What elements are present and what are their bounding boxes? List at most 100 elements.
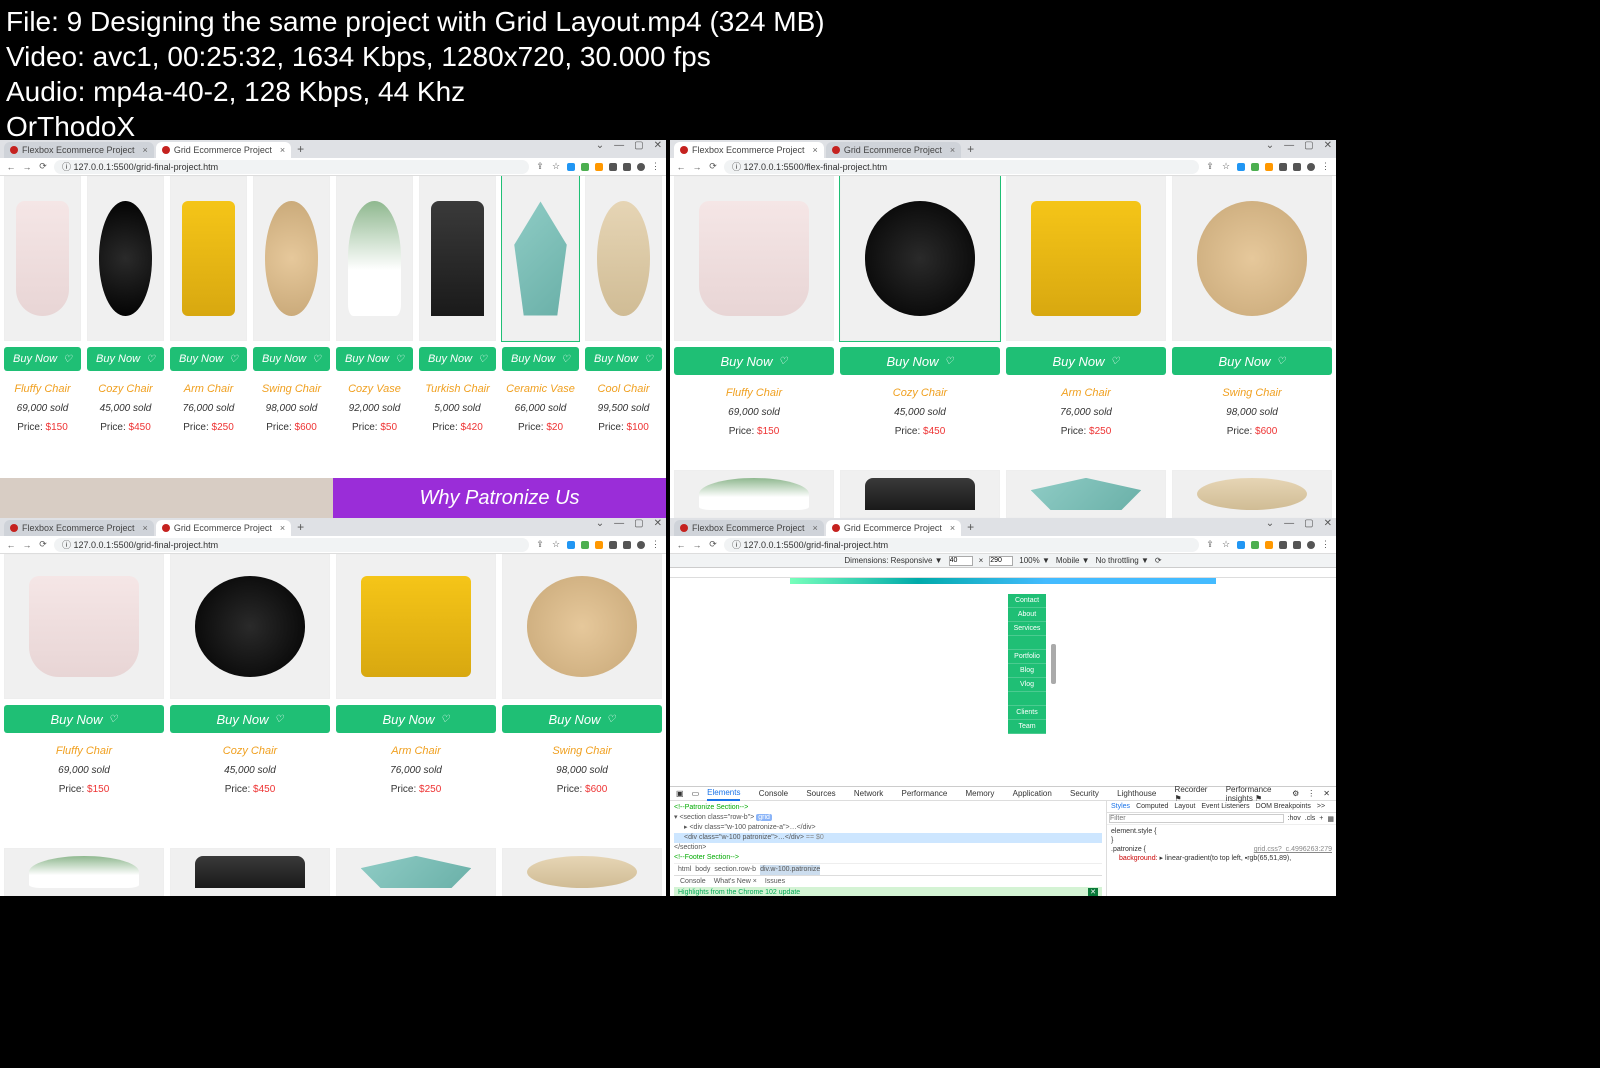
menu-icon[interactable]: ⋮ <box>1321 161 1330 172</box>
url-input[interactable]: ⓘ 127.0.0.1:5500/flex-final-project.htm <box>724 160 1199 174</box>
buy-button[interactable]: Buy Now♡ <box>336 347 413 371</box>
profile-icon[interactable] <box>637 541 645 549</box>
menu-icon[interactable]: ⋮ <box>1307 789 1315 798</box>
product-image[interactable] <box>674 176 834 341</box>
settings-icon[interactable]: ⚙ <box>1292 789 1299 798</box>
reload-icon[interactable]: ⟳ <box>38 539 48 550</box>
menu-item[interactable]: Vlog <box>1008 678 1046 692</box>
devtools-tab[interactable]: Performance <box>901 789 947 798</box>
profile-icon[interactable] <box>637 163 645 171</box>
zoom-select[interactable]: 100% ▼ <box>1019 556 1050 565</box>
elements-tree[interactable]: <!--Patronize Section--> ▾ <section clas… <box>670 801 1106 896</box>
devtools-tab[interactable]: Security <box>1070 789 1099 798</box>
ext-icon[interactable] <box>1251 163 1259 171</box>
ext-icon[interactable] <box>609 541 617 549</box>
devtools-tab[interactable]: Elements <box>707 787 740 801</box>
close-icon[interactable]: × <box>280 523 285 533</box>
product-image[interactable] <box>502 554 662 699</box>
url-input[interactable]: ⓘ 127.0.0.1:5500/grid-final-project.htm <box>54 160 529 174</box>
new-tab-button[interactable]: + <box>963 142 978 156</box>
close-icon[interactable]: × <box>143 523 148 533</box>
styles-tab[interactable]: Layout <box>1174 803 1195 810</box>
ext-icon[interactable] <box>581 541 589 549</box>
minimize-icon[interactable]: — <box>1284 518 1294 529</box>
maximize-icon[interactable]: ▢ <box>1304 518 1313 529</box>
new-tab-button[interactable]: + <box>293 520 308 534</box>
tab-flexbox[interactable]: Flexbox Ecommerce Project× <box>4 520 154 536</box>
close-icon[interactable]: × <box>950 145 955 155</box>
product-image[interactable] <box>253 176 330 341</box>
nav-menu[interactable]: ContactAboutServices PortfolioBlogVlog C… <box>1008 594 1046 734</box>
tab-grid[interactable]: Grid Ecommerce Project× <box>826 142 961 158</box>
close-icon[interactable]: ✕ <box>1324 140 1332 151</box>
profile-icon[interactable] <box>1307 541 1315 549</box>
devtools-tab[interactable]: Lighthouse <box>1117 789 1156 798</box>
product-image[interactable] <box>87 176 164 341</box>
close-icon[interactable]: × <box>813 523 818 533</box>
buy-button[interactable]: Buy Now♡ <box>419 347 496 371</box>
profile-icon[interactable] <box>1307 163 1315 171</box>
bookmark-icon[interactable]: ☆ <box>1221 161 1231 172</box>
back-icon[interactable]: ← <box>676 540 686 550</box>
ext-icon[interactable] <box>623 541 631 549</box>
product-image[interactable] <box>1006 176 1166 341</box>
product-image[interactable] <box>170 176 247 341</box>
styles-tab[interactable]: Computed <box>1136 803 1168 810</box>
url-input[interactable]: ⓘ 127.0.0.1:5500/grid-final-project.htm <box>724 538 1199 552</box>
product-image[interactable] <box>170 554 330 699</box>
ext-icon[interactable] <box>1237 163 1245 171</box>
close-icon[interactable]: ✕ <box>1323 789 1330 798</box>
device-type-select[interactable]: Mobile ▼ <box>1056 556 1090 565</box>
ext-icon[interactable] <box>1293 163 1301 171</box>
share-icon[interactable]: ⇪ <box>535 539 545 550</box>
product-image[interactable] <box>336 554 496 699</box>
ext-icon[interactable] <box>581 163 589 171</box>
buy-button[interactable]: Buy Now♡ <box>170 705 330 733</box>
bookmark-icon[interactable]: ☆ <box>1221 539 1231 550</box>
minimize-icon[interactable]: — <box>614 518 624 529</box>
menu-item[interactable] <box>1008 692 1046 706</box>
styles-tab[interactable]: DOM Breakpoints <box>1256 803 1311 810</box>
throttle-select[interactable]: No throttling ▼ <box>1096 556 1149 565</box>
back-icon[interactable]: ← <box>676 162 686 172</box>
breadcrumb-item[interactable]: html <box>678 865 691 875</box>
product-image[interactable] <box>585 176 662 341</box>
product-image[interactable] <box>170 848 330 896</box>
ext-icon[interactable] <box>1265 541 1273 549</box>
ext-icon[interactable] <box>1237 541 1245 549</box>
drawer-tab[interactable]: What's New × <box>714 877 757 887</box>
chevron-down-icon[interactable]: ⌄ <box>1266 140 1274 151</box>
chevron-down-icon[interactable]: ⌄ <box>1266 518 1274 529</box>
ext-icon[interactable] <box>623 163 631 171</box>
ext-icon[interactable] <box>595 541 603 549</box>
menu-item[interactable]: Contact <box>1008 594 1046 608</box>
ext-icon[interactable] <box>595 163 603 171</box>
close-icon[interactable]: ✕ <box>1088 888 1098 896</box>
buy-button[interactable]: Buy Now♡ <box>840 347 1000 375</box>
reload-icon[interactable]: ⟳ <box>38 161 48 172</box>
ext-icon[interactable] <box>1251 541 1259 549</box>
product-image[interactable] <box>502 176 579 341</box>
product-image[interactable] <box>336 848 496 896</box>
ext-icon[interactable] <box>1279 163 1287 171</box>
devtools-tab[interactable]: Performance insights ⚑ <box>1226 785 1284 803</box>
breadcrumb-item[interactable]: section.row-b <box>714 865 756 875</box>
styles-tab[interactable]: >> <box>1317 803 1325 810</box>
back-icon[interactable]: ← <box>6 540 16 550</box>
menu-item[interactable]: Blog <box>1008 664 1046 678</box>
buy-button[interactable]: Buy Now♡ <box>4 347 81 371</box>
drawer-tab[interactable]: Issues <box>765 877 785 887</box>
product-image[interactable] <box>419 176 496 341</box>
product-image[interactable] <box>840 176 1000 341</box>
devtools-tab[interactable]: Sources <box>806 789 835 798</box>
ext-icon[interactable] <box>1279 541 1287 549</box>
devtools-tab[interactable]: Application <box>1013 789 1052 798</box>
styles-tab[interactable]: Event Listeners <box>1201 803 1249 810</box>
product-image[interactable] <box>1172 470 1332 518</box>
buy-button[interactable]: Buy Now♡ <box>502 347 579 371</box>
share-icon[interactable]: ⇪ <box>535 161 545 172</box>
breadcrumb[interactable]: html body section.row-b div.w-100.patron… <box>674 863 1102 875</box>
ext-icon[interactable] <box>1265 163 1273 171</box>
styles-tab[interactable]: Styles <box>1111 803 1130 810</box>
scrollbar[interactable] <box>1051 644 1056 684</box>
